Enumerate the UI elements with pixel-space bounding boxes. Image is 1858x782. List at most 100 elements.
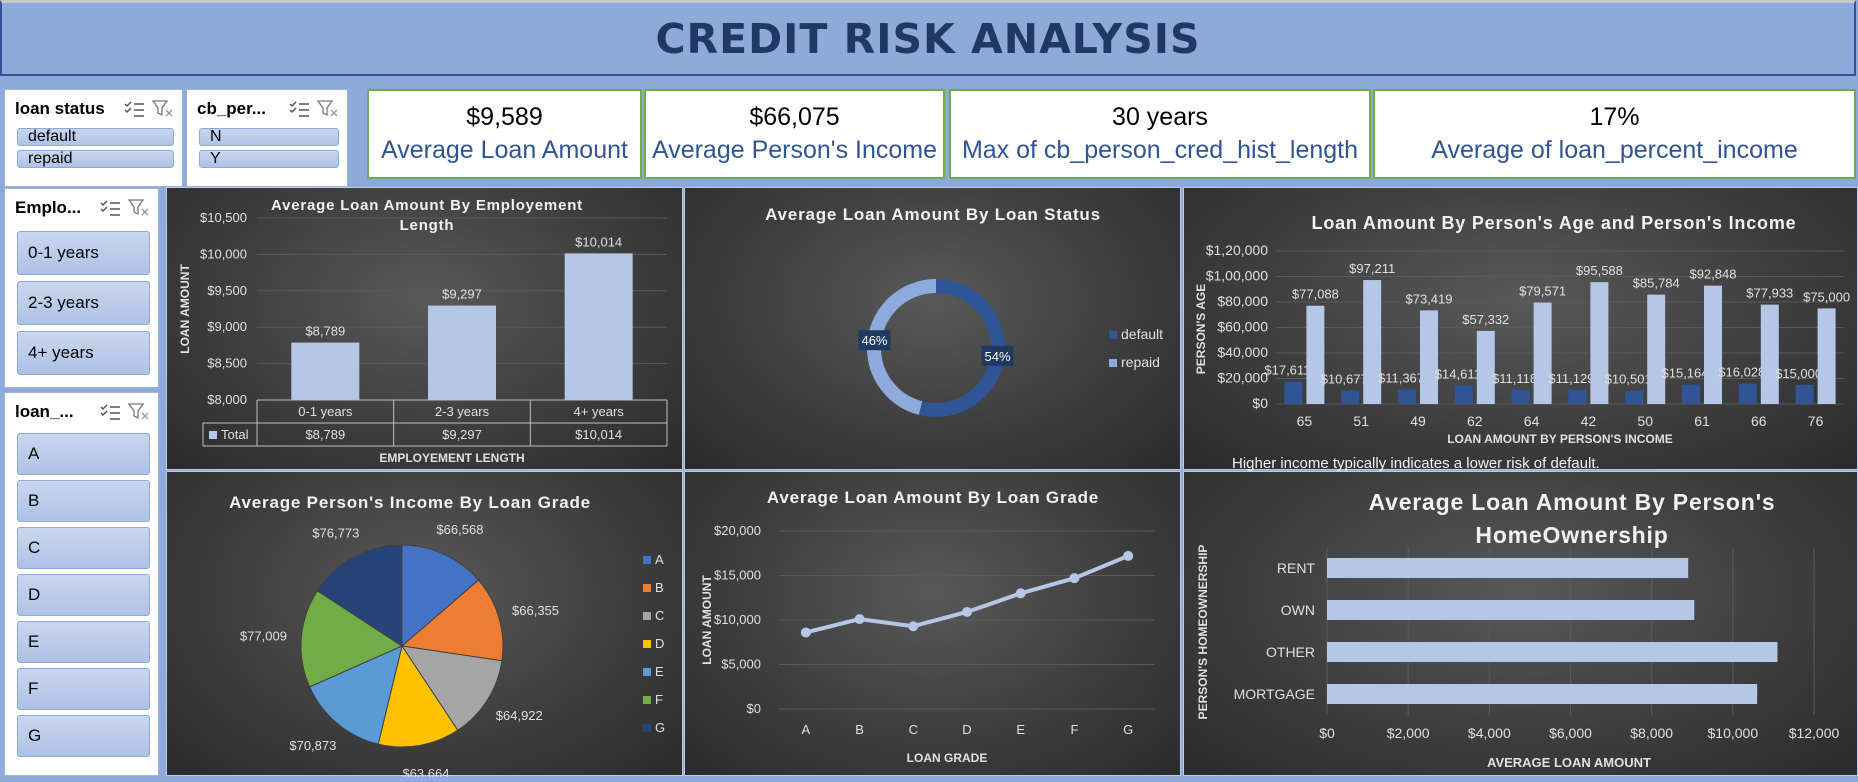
legend-key <box>643 556 651 564</box>
kpi-value: 30 years <box>1112 103 1208 131</box>
legend-key <box>1109 331 1117 339</box>
legend-label: E <box>655 664 664 679</box>
data-label: $92,848 <box>1690 267 1737 282</box>
x-tick-label: $0 <box>1319 725 1335 741</box>
x-tick-label: $2,000 <box>1387 725 1430 741</box>
slicer-item-y[interactable]: Y <box>199 150 339 168</box>
bar <box>428 305 496 400</box>
data-label: $17,611 <box>1264 363 1310 378</box>
bar <box>1647 294 1666 404</box>
y-tick-label: $20,000 <box>714 523 761 538</box>
legend-key <box>643 668 651 676</box>
slicer-item-grade-b[interactable]: B <box>17 480 150 522</box>
y-tick-label: $9,500 <box>207 283 247 298</box>
slicer-employment-length[interactable]: Emplo... 0-1 years 2-3 years 4+ years <box>4 188 159 388</box>
chart-title: HomeOwnership <box>1475 522 1668 548</box>
bar <box>1398 389 1416 404</box>
bar <box>291 342 360 400</box>
slicer-loan-status[interactable]: loan status default repaid <box>4 89 183 187</box>
y-tick-label: $8,500 <box>207 356 247 371</box>
y-tick-label: $10,000 <box>714 612 761 627</box>
legend-key <box>643 612 651 620</box>
slicer-loan-grade[interactable]: loan_... A B C D E F G <box>4 392 159 776</box>
legend-key <box>643 584 651 592</box>
multi-select-icon[interactable] <box>100 199 122 217</box>
y-tick-label: $15,000 <box>714 568 761 583</box>
bar <box>1817 308 1836 404</box>
clear-filter-icon[interactable] <box>128 403 150 421</box>
data-label: 54% <box>984 349 1010 364</box>
legend-label: B <box>655 580 664 595</box>
x-tick-label: 49 <box>1410 413 1426 429</box>
slicer-item-repaid[interactable]: repaid <box>17 150 174 168</box>
chart-loan-by-status: Average Loan Amount By Loan Status 54% 46%… <box>765 205 1163 417</box>
kpi-label: Average of loan_percent_income <box>1431 136 1798 164</box>
slicer-item-2-3-years[interactable]: 2-3 years <box>17 281 150 325</box>
chart-panel-income-grade: Average Person's Income By Loan Grade $66… <box>166 471 683 781</box>
multi-select-icon[interactable] <box>100 403 122 421</box>
kpi-label: Max of cb_person_cred_hist_length <box>961 136 1359 164</box>
bar <box>1341 390 1360 404</box>
chart-title: Average Loan Amount By Loan Status <box>765 205 1101 224</box>
clear-filter-icon[interactable] <box>317 100 339 118</box>
x-tick-label: D <box>962 722 971 737</box>
chart-title: Average Person's Income By Loan Grade <box>229 493 591 512</box>
x-tick-label: $10,000 <box>1708 725 1759 741</box>
data-label: $15,164 <box>1662 366 1709 381</box>
y-axis-title: PERSON'S HOMEOWNERSHIP <box>1196 545 1210 720</box>
slicer-item-0-1-years[interactable]: 0-1 years <box>17 231 150 275</box>
slicer-item-grade-g[interactable]: G <box>17 715 150 757</box>
x-tick-label: $4,000 <box>1468 725 1511 741</box>
slicer-item-default[interactable]: default <box>17 128 174 146</box>
slicer-item-grade-f[interactable]: F <box>17 668 150 710</box>
chart-annotation: Higher income typically indicates a lowe… <box>1232 455 1600 471</box>
x-tick-label: G <box>1123 722 1133 737</box>
data-label: $66,355 <box>512 603 559 618</box>
y-tick-label: $0 <box>1252 395 1268 411</box>
y-tick-label: RENT <box>1277 560 1316 576</box>
kpi-label: Average Loan Amount <box>381 136 628 164</box>
kpi-average-loan-amount: $9,589 Average Loan Amount <box>367 89 642 179</box>
x-tick-label: $6,000 <box>1549 725 1592 741</box>
chart-panel-loan-status: Average Loan Amount By Loan Status 54% 46%… <box>684 187 1181 470</box>
clear-filter-icon[interactable] <box>128 199 150 217</box>
slicer-item-4-plus-years[interactable]: 4+ years <box>17 331 150 375</box>
data-label: $66,568 <box>436 522 483 537</box>
data-label: $10,014 <box>575 234 622 249</box>
chart-title: Average Loan Amount By Loan Grade <box>767 488 1099 507</box>
slicer-item-grade-a[interactable]: A <box>17 433 150 475</box>
chart-age-income: Loan Amount By Person's Age and Person's… <box>1194 213 1850 472</box>
data-point <box>1015 588 1026 599</box>
x-tick-label: 64 <box>1524 413 1540 429</box>
slicer-title: loan status <box>15 99 105 118</box>
y-tick-label: $1,20,000 <box>1206 242 1268 258</box>
y-tick-label: $9,000 <box>207 319 247 334</box>
data-label: 46% <box>861 333 887 348</box>
data-label: $77,933 <box>1746 286 1793 301</box>
multi-select-icon[interactable] <box>124 100 146 118</box>
slicer-item-n[interactable]: N <box>199 128 339 146</box>
x-tick-label: 50 <box>1637 413 1653 429</box>
x-tick-label: 4+ years <box>574 404 625 419</box>
data-label: $77,009 <box>240 629 287 644</box>
legend-label: D <box>655 636 664 651</box>
x-axis-title: EMPLOYEMENT LENGTH <box>379 451 524 465</box>
chart-title: Loan Amount By Person's Age and Person's… <box>1312 213 1797 233</box>
x-tick-label: 76 <box>1808 413 1824 429</box>
y-axis-title: PERSON'S AGE <box>1194 284 1208 374</box>
slicer-item-grade-d[interactable]: D <box>17 574 150 616</box>
data-label: $16,028 <box>1718 365 1765 380</box>
slicer-item-grade-e[interactable]: E <box>17 621 150 663</box>
x-tick-label: 0-1 years <box>298 404 353 419</box>
data-label: $73,419 <box>1406 291 1453 306</box>
slicer-cb-person[interactable]: cb_per... N Y <box>186 89 348 187</box>
slicer-item-grade-c[interactable]: C <box>17 527 150 569</box>
data-point <box>854 614 865 625</box>
clear-filter-icon[interactable] <box>152 100 174 118</box>
bar <box>1568 389 1587 404</box>
y-tick-label: OTHER <box>1266 644 1315 660</box>
multi-select-icon[interactable] <box>289 100 311 118</box>
x-tick-label: E <box>1016 722 1025 737</box>
y-tick-label: $40,000 <box>1217 344 1268 360</box>
table-value: $10,014 <box>575 427 622 442</box>
